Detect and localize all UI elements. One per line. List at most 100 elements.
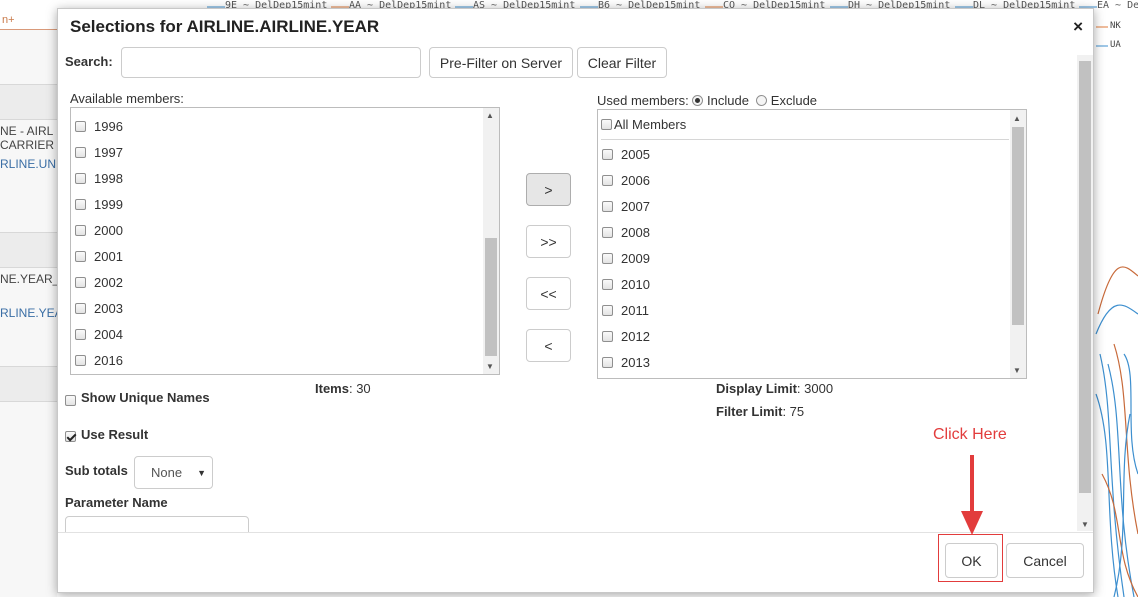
- scroll-up-icon[interactable]: ▲: [1013, 114, 1021, 123]
- search-label: Search:: [65, 54, 113, 69]
- list-item[interactable]: 2006: [602, 170, 650, 190]
- list-item[interactable]: 2009: [602, 248, 650, 268]
- parameter-name-label: Parameter Name: [65, 495, 168, 510]
- move-all-left-button[interactable]: <<: [526, 277, 571, 310]
- sub-totals-select[interactable]: None ▼: [134, 456, 213, 489]
- move-selected-right-button[interactable]: >: [526, 173, 571, 206]
- list-item-label: 2007: [621, 198, 650, 214]
- checkbox[interactable]: [75, 198, 86, 210]
- move-selected-left-button[interactable]: <: [526, 329, 571, 362]
- checkbox[interactable]: [602, 200, 613, 212]
- scrollbar-thumb[interactable]: [485, 238, 497, 356]
- list-item[interactable]: 2011: [602, 300, 649, 320]
- list-item[interactable]: 2000: [75, 220, 123, 240]
- scroll-down-icon[interactable]: ▼: [486, 362, 494, 371]
- include-radio[interactable]: [692, 95, 704, 106]
- checkbox[interactable]: [602, 356, 613, 368]
- move-all-right-button[interactable]: >>: [526, 225, 571, 258]
- list-item[interactable]: 2005: [602, 144, 650, 164]
- filter-limit-value: : 75: [782, 404, 805, 419]
- list-item-label: 2003: [94, 300, 123, 316]
- list-item-label: 2001: [94, 248, 123, 264]
- list-item[interactable]: 2003: [75, 298, 123, 318]
- ok-button[interactable]: OK: [945, 543, 998, 578]
- checkbox[interactable]: [75, 328, 86, 340]
- clear-filter-button[interactable]: Clear Filter: [577, 47, 667, 78]
- used-list-scrollbar[interactable]: ▲ ▼: [1010, 110, 1026, 378]
- used-members-list[interactable]: All Members 2005 2006 2007 2008 2009 201…: [597, 109, 1027, 379]
- list-item-label: 1997: [94, 144, 123, 160]
- display-limit-value: : 3000: [796, 381, 834, 396]
- chevron-down-icon: ▼: [197, 468, 206, 478]
- dialog-body: Search: Pre-Filter on Server Clear Filte…: [58, 45, 1093, 532]
- display-limit: Display Limit: 3000: [716, 381, 833, 396]
- checkbox[interactable]: [602, 330, 613, 342]
- checkbox[interactable]: [75, 224, 86, 236]
- dialog-title: Selections for AIRLINE.AIRLINE.YEAR: [70, 17, 380, 36]
- checkbox[interactable]: [75, 250, 86, 262]
- checkbox[interactable]: [602, 304, 613, 316]
- used-members-header: Used members: Include Exclude: [597, 93, 817, 108]
- cancel-button[interactable]: Cancel: [1006, 543, 1084, 578]
- background-text: NE - AIRL: [0, 124, 54, 138]
- scroll-down-icon[interactable]: ▼: [1081, 520, 1089, 529]
- checkbox[interactable]: [75, 354, 86, 366]
- list-item-label: 2011: [621, 302, 649, 318]
- use-result-option[interactable]: Use Result: [65, 427, 148, 442]
- list-item[interactable]: 1996: [75, 116, 123, 136]
- items-value: : 30: [348, 381, 371, 396]
- list-item[interactable]: 2001: [75, 246, 123, 266]
- scroll-up-icon[interactable]: ▲: [486, 111, 494, 120]
- background-chart-area: NK UA: [1094, 14, 1138, 597]
- list-item-label: 2012: [621, 328, 650, 344]
- search-input[interactable]: [121, 47, 421, 78]
- available-members-list[interactable]: 1996 1997 1998 1999 2000 2001 2002 2003 …: [70, 107, 500, 375]
- checkbox[interactable]: [75, 146, 86, 158]
- exclude-radio[interactable]: [756, 95, 768, 106]
- list-item[interactable]: 1998: [75, 168, 123, 188]
- parameter-name-input[interactable]: [65, 516, 249, 532]
- exclude-label: Exclude: [770, 93, 818, 108]
- prefilter-on-server-button[interactable]: Pre-Filter on Server: [429, 47, 573, 78]
- checkbox[interactable]: [602, 148, 613, 160]
- list-item-label: 2000: [94, 222, 123, 238]
- click-here-annotation: Click Here: [933, 426, 1007, 443]
- list-item[interactable]: 2013: [602, 352, 650, 372]
- checkbox[interactable]: [602, 226, 613, 238]
- show-unique-names-checkbox[interactable]: [65, 395, 76, 406]
- legend-item: EA ~ De: [1097, 0, 1138, 11]
- list-item[interactable]: 2002: [75, 272, 123, 292]
- list-item[interactable]: 2007: [602, 196, 650, 216]
- use-result-checkbox[interactable]: [65, 431, 76, 442]
- scrollbar-thumb[interactable]: [1079, 61, 1091, 493]
- checkbox[interactable]: [75, 276, 86, 288]
- close-icon[interactable]: ×: [1073, 17, 1083, 37]
- scrollbar-thumb[interactable]: [1012, 127, 1024, 325]
- checkbox[interactable]: [75, 120, 86, 132]
- checkbox[interactable]: [75, 172, 86, 184]
- list-item-label: 2013: [621, 354, 650, 370]
- checkbox[interactable]: [75, 302, 86, 314]
- background-left-header: n+: [0, 0, 57, 30]
- checkbox[interactable]: [602, 174, 613, 186]
- scroll-down-icon[interactable]: ▼: [1013, 366, 1021, 375]
- checkbox[interactable]: [602, 252, 613, 264]
- available-list-scrollbar[interactable]: ▲ ▼: [483, 108, 499, 374]
- show-unique-names-option[interactable]: Show Unique Names: [65, 389, 210, 406]
- list-item[interactable]: 2012: [602, 326, 650, 346]
- list-item[interactable]: 2016: [75, 350, 123, 370]
- annotation-arrow-icon: [961, 455, 983, 535]
- list-item[interactable]: 2004: [75, 324, 123, 344]
- list-item[interactable]: 1997: [75, 142, 123, 162]
- dialog-body-scrollbar[interactable]: ▼: [1077, 55, 1093, 531]
- list-item[interactable]: 2010: [602, 274, 650, 294]
- list-item-label: 2005: [621, 146, 650, 162]
- all-members-item[interactable]: All Members: [601, 114, 686, 134]
- checkbox[interactable]: [602, 278, 613, 290]
- include-label: Include: [707, 93, 749, 108]
- checkbox[interactable]: [601, 118, 612, 130]
- background-text: NE.YEAR_: [0, 272, 57, 286]
- list-item-label: 2008: [621, 224, 650, 240]
- list-item[interactable]: 1999: [75, 194, 123, 214]
- list-item[interactable]: 2008: [602, 222, 650, 242]
